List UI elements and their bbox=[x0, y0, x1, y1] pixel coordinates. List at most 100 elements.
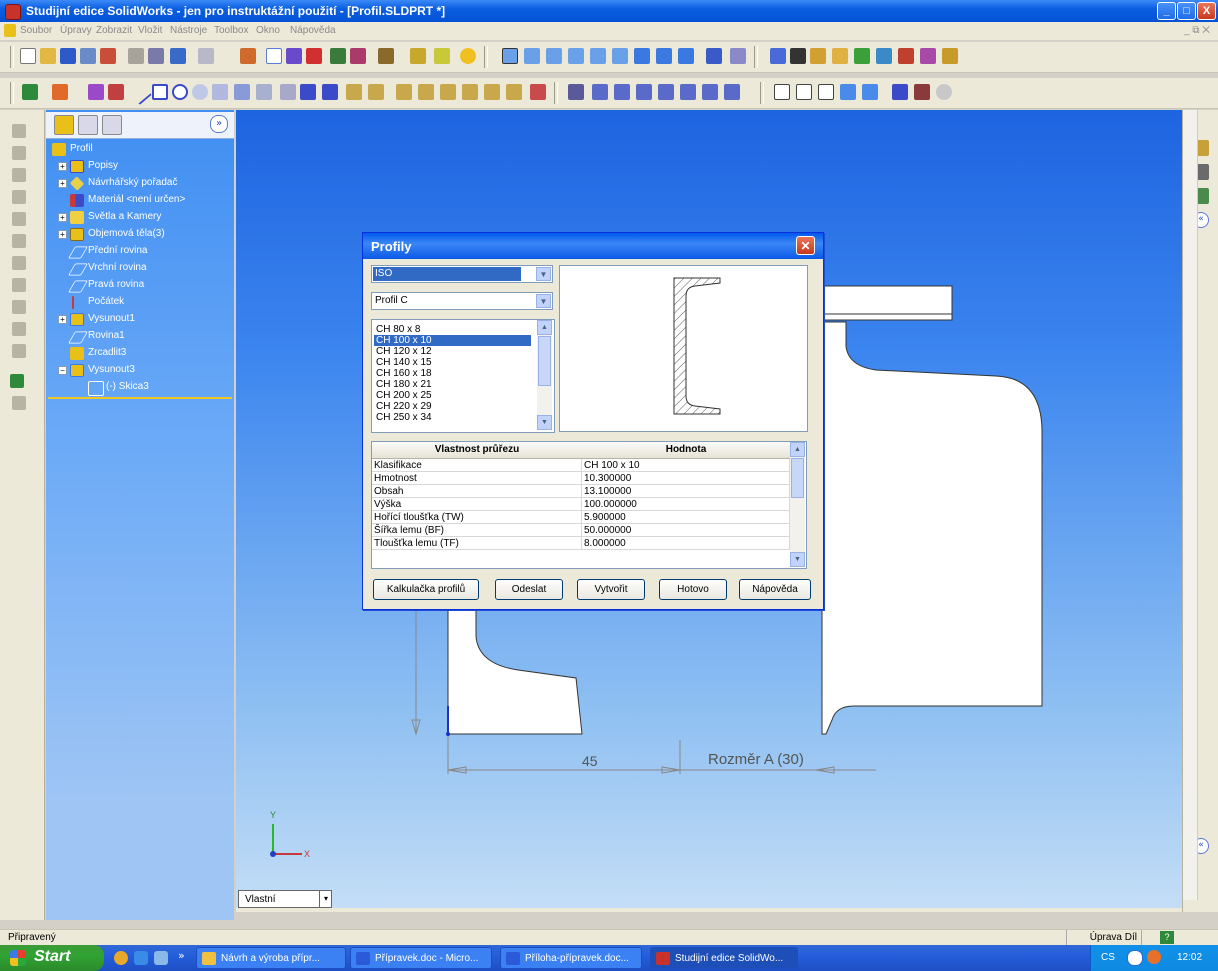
menu-nastroje[interactable]: Nástroje bbox=[170, 25, 207, 36]
table-header-property[interactable]: Vlastnost průřezu bbox=[372, 442, 583, 459]
window-title-bar[interactable]: Studijní edice SolidWorks - jen pro inst… bbox=[0, 0, 1218, 22]
menu-vlozit[interactable]: Vložit bbox=[138, 25, 162, 36]
expand-icon[interactable]: + bbox=[58, 162, 67, 171]
shadows-icon[interactable] bbox=[892, 84, 908, 100]
expand-icon[interactable]: + bbox=[58, 179, 67, 188]
save-icon[interactable] bbox=[60, 48, 76, 64]
scroll-down-icon[interactable]: ▼ bbox=[537, 415, 552, 430]
quicklaunch-icon[interactable] bbox=[154, 951, 168, 965]
construction-icon[interactable] bbox=[346, 84, 362, 100]
centerline-icon[interactable] bbox=[280, 84, 296, 100]
document-icon[interactable] bbox=[4, 24, 16, 37]
shaded-icon[interactable] bbox=[862, 84, 878, 100]
block-icon[interactable] bbox=[350, 48, 366, 64]
help-icon[interactable] bbox=[460, 48, 476, 64]
sweep-icon[interactable] bbox=[12, 168, 26, 182]
normal-to-icon[interactable] bbox=[706, 48, 722, 64]
view-orientation-icon[interactable] bbox=[724, 84, 740, 100]
dimension-rozmer-label[interactable]: Rozměr A (30) bbox=[708, 751, 804, 768]
hidden-lines-removed-icon[interactable] bbox=[818, 84, 834, 100]
pan-icon[interactable] bbox=[730, 48, 746, 64]
sketch-toolbar-icon[interactable] bbox=[286, 48, 302, 64]
horizontal-scrollbar[interactable] bbox=[236, 908, 1182, 912]
trim-icon[interactable] bbox=[462, 84, 478, 100]
preview-icon[interactable] bbox=[148, 48, 164, 64]
arc-icon[interactable] bbox=[212, 84, 228, 100]
tray-arrow-icon[interactable] bbox=[1127, 950, 1143, 966]
dialog-close-button[interactable]: ✕ bbox=[796, 236, 815, 255]
mdi-controls[interactable]: _ ⧉ ✕ bbox=[1184, 25, 1210, 36]
start-button[interactable]: Start bbox=[0, 945, 104, 971]
chamfer-icon[interactable] bbox=[12, 278, 26, 292]
view-trimetric-icon[interactable] bbox=[656, 48, 672, 64]
plane-tool-icon[interactable] bbox=[368, 84, 384, 100]
view-iso-icon[interactable] bbox=[634, 48, 650, 64]
language-indicator[interactable]: CS bbox=[1101, 952, 1115, 963]
extrude-boss-icon[interactable] bbox=[12, 124, 26, 138]
close-button[interactable]: X bbox=[1197, 2, 1216, 20]
menu-zobrazit[interactable]: Zobrazit bbox=[96, 25, 132, 36]
view-bottom-icon[interactable] bbox=[612, 48, 628, 64]
zoom-fit-icon[interactable] bbox=[592, 84, 608, 100]
list-item[interactable]: CH 220 x 29 bbox=[374, 401, 531, 412]
menu-soubor[interactable]: Soubor bbox=[20, 25, 52, 36]
menu-okno[interactable]: Okno bbox=[256, 25, 280, 36]
task-item-active[interactable]: Studijní edice SolidWo... bbox=[650, 947, 798, 969]
profile-type-select[interactable]: Profil C ▼ bbox=[371, 292, 553, 310]
minimize-button[interactable]: _ bbox=[1157, 2, 1176, 20]
profile-size-list[interactable]: CH 80 x 8 CH 100 x 10 CH 120 x 12 CH 140… bbox=[371, 319, 555, 433]
dialog-title-bar[interactable]: Profily ✕ bbox=[363, 233, 823, 259]
repair-icon[interactable] bbox=[530, 84, 546, 100]
scroll-thumb[interactable] bbox=[791, 458, 804, 498]
pan-view-icon[interactable] bbox=[702, 84, 718, 100]
hidden-lines-visible-icon[interactable] bbox=[796, 84, 812, 100]
offset-icon[interactable] bbox=[440, 84, 456, 100]
feature-manager-tab-icon[interactable] bbox=[54, 115, 74, 135]
macro-icon[interactable] bbox=[410, 48, 426, 64]
table-header-value[interactable]: Hodnota bbox=[582, 442, 791, 459]
list-item[interactable]: CH 180 x 21 bbox=[374, 379, 531, 390]
features-menu-icon[interactable] bbox=[10, 374, 24, 388]
standard-select[interactable]: ISO ▼ bbox=[371, 265, 553, 283]
check-icon[interactable] bbox=[854, 48, 870, 64]
import-icon[interactable] bbox=[876, 48, 892, 64]
tools-icon[interactable] bbox=[434, 48, 450, 64]
zoom-area-icon[interactable] bbox=[614, 84, 630, 100]
undo-icon[interactable] bbox=[170, 48, 186, 64]
sketch-tool-icon[interactable] bbox=[52, 84, 68, 100]
help-status-icon[interactable]: ? bbox=[1160, 931, 1174, 944]
expand-icon[interactable]: + bbox=[58, 213, 67, 222]
spline-icon[interactable] bbox=[300, 84, 316, 100]
collapse-icon[interactable]: − bbox=[58, 366, 67, 375]
rollback-bar[interactable] bbox=[48, 397, 232, 399]
task-item[interactable]: Příloha-přípravek.doc... bbox=[500, 947, 642, 969]
fillet-icon[interactable] bbox=[418, 84, 434, 100]
menu-toolbox[interactable]: Toolbox bbox=[214, 25, 248, 36]
view-right-icon[interactable] bbox=[568, 48, 584, 64]
loft-icon[interactable] bbox=[12, 190, 26, 204]
tangent-arc-icon[interactable] bbox=[234, 84, 250, 100]
mass-icon[interactable] bbox=[832, 48, 848, 64]
property-manager-tab-icon[interactable] bbox=[78, 115, 98, 135]
send-button[interactable]: Odeslat bbox=[495, 579, 563, 600]
list-item-selected[interactable]: CH 100 x 10 bbox=[374, 335, 531, 346]
quicklaunch-more-button[interactable]: » bbox=[178, 949, 185, 962]
new-file-icon[interactable] bbox=[20, 48, 36, 64]
scroll-up-icon[interactable]: ▲ bbox=[537, 320, 552, 335]
draft-icon[interactable] bbox=[12, 344, 26, 358]
expand-icon[interactable]: + bbox=[58, 230, 67, 239]
extend-icon[interactable] bbox=[484, 84, 500, 100]
done-button[interactable]: Hotovo bbox=[659, 579, 727, 600]
view-left-icon[interactable] bbox=[546, 48, 562, 64]
configuration-manager-tab-icon[interactable] bbox=[102, 115, 122, 135]
mirror-tool-icon[interactable] bbox=[396, 84, 412, 100]
task-item[interactable]: Návrh a výroba přípr... bbox=[196, 947, 346, 969]
list-item[interactable]: CH 200 x 25 bbox=[374, 390, 531, 401]
zoom-selection-icon[interactable] bbox=[658, 84, 674, 100]
list-item[interactable]: CH 120 x 12 bbox=[374, 346, 531, 357]
redo-icon[interactable] bbox=[198, 48, 214, 64]
expand-panel-button[interactable]: » bbox=[210, 115, 228, 133]
options-icon[interactable] bbox=[100, 48, 116, 64]
extrude-cut-icon[interactable] bbox=[12, 212, 26, 226]
list-item[interactable]: CH 160 x 18 bbox=[374, 368, 531, 379]
